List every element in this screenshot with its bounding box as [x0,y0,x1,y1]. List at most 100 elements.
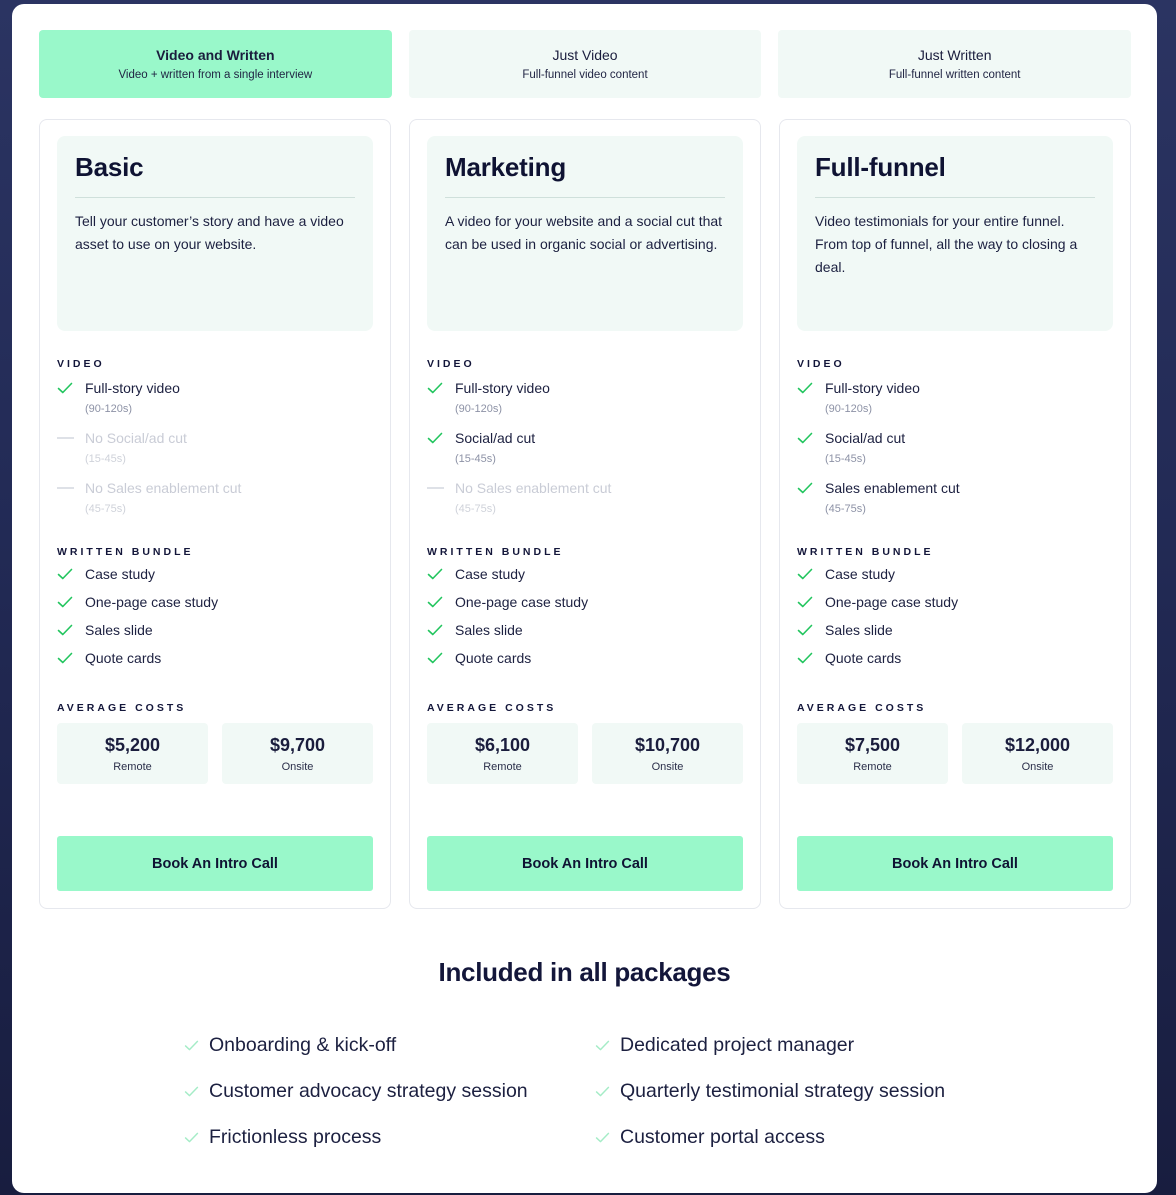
check-icon [184,1040,209,1051]
check-icon [427,620,455,640]
written-feature: Case study [57,564,373,592]
feature-label: Sales slide [85,622,153,638]
included-item-label: Customer advocacy strategy session [209,1079,528,1102]
plan-header: Full-funnel Video testimonials for your … [797,136,1113,331]
tab-just-video[interactable]: Just Video Full-funnel video content [408,30,762,98]
video-feature: Full-story video (90-120s) [57,378,373,428]
feature-label: Full-story video [455,380,550,396]
cost-label: Onsite [1021,760,1054,773]
feature-label: One-page case study [455,594,589,610]
tab-subtitle: Video + written from a single interview [118,69,313,81]
included-item: Dedicated project manager [595,1022,1004,1068]
cost-onsite: $9,700 Onsite [222,723,373,784]
feature-label: No Social/ad cut [85,430,187,446]
written-feature: One-page case study [427,592,743,620]
included-item-label: Customer portal access [620,1125,825,1148]
cost-value: $7,500 [844,734,901,755]
feature-label: Quote cards [455,650,532,666]
written-section-label: WRITTEN BUNDLE [427,546,564,558]
plan-name: Basic [75,152,355,198]
feature-label: Case study [455,566,526,582]
check-icon [427,564,455,584]
feature-label: One-page case study [85,594,219,610]
cost-value: $5,200 [104,734,161,755]
check-icon [595,1086,620,1097]
feature-label: Social/ad cut [455,430,536,446]
plan-header: Marketing A video for your website and a… [427,136,743,331]
written-section-label: WRITTEN BUNDLE [57,546,194,558]
plan-description: Video testimonials for your entire funne… [815,213,1078,275]
written-feature: Sales slide [57,620,373,648]
video-feature: No Social/ad cut (15-45s) [57,428,373,478]
plan-card-basic: Basic Tell your customer’s story and hav… [39,119,391,909]
check-icon [797,620,825,640]
pricing-panel: Video and Written Video + written from a… [12,4,1157,1193]
video-feature: Social/ad cut (15-45s) [797,428,1113,478]
check-icon [797,564,825,584]
feature-label: Full-story video [825,380,920,396]
feature-label: Social/ad cut [825,430,906,446]
written-feature: Quote cards [797,648,1113,676]
feature-label: Sales slide [455,622,523,638]
check-icon [595,1040,620,1051]
cost-value: $10,700 [634,734,701,755]
video-section-label: VIDEO [57,358,105,370]
plan-header: Basic Tell your customer’s story and hav… [57,136,373,331]
check-icon [797,592,825,612]
check-icon [57,564,85,584]
cost-label: Remote [483,760,522,773]
tab-just-written[interactable]: Just Written Full-funnel written content [778,30,1132,98]
cost-remote: $6,100 Remote [427,723,578,784]
included-item-label: Quarterly testimonial strategy session [620,1079,946,1102]
video-feature: Full-story video (90-120s) [797,378,1113,428]
cost-remote: $7,500 Remote [797,723,948,784]
costs-row: $7,500 Remote $12,000 Onsite [797,723,1113,784]
included-item-label: Frictionless process [209,1125,382,1148]
costs-section-label: AVERAGE COSTS [57,702,187,714]
video-feature: Full-story video (90-120s) [427,378,743,428]
costs-row: $6,100 Remote $10,700 Onsite [427,723,743,784]
cost-remote: $5,200 Remote [57,723,208,784]
check-icon [797,378,825,398]
book-intro-call-button[interactable]: Book An Intro Call [427,836,743,891]
feature-duration: (90-120s) [455,403,503,415]
feature-duration: (45-75s) [455,503,496,515]
feature-label: Full-story video [85,380,180,396]
included-item: Quarterly testimonial strategy session [595,1068,1004,1114]
check-icon [595,1132,620,1143]
check-icon [57,620,85,640]
feature-duration: (90-120s) [85,403,133,415]
written-feature: Case study [797,564,1113,592]
feature-label: Case study [85,566,156,582]
book-intro-call-button[interactable]: Book An Intro Call [797,836,1113,891]
check-icon [797,648,825,668]
feature-label: Quote cards [825,650,902,666]
plan-description: Tell your customer’s story and have a vi… [75,213,344,252]
costs-section-label: AVERAGE COSTS [427,702,557,714]
tab-subtitle: Full-funnel video content [522,69,648,81]
tab-title: Just Written [917,47,992,63]
tab-video-and-written[interactable]: Video and Written Video + written from a… [39,30,392,98]
written-feature: Sales slide [427,620,743,648]
included-item: Onboarding & kick-off [184,1022,595,1068]
feature-label: No Sales enablement cut [85,480,242,496]
feature-duration: (45-75s) [825,503,866,515]
tab-title: Video and Written [156,47,275,63]
written-feature: One-page case study [797,592,1113,620]
included-item: Frictionless process [184,1114,595,1160]
cost-label: Onsite [281,760,314,773]
book-intro-call-button[interactable]: Book An Intro Call [57,836,373,891]
video-feature: Social/ad cut (15-45s) [427,428,743,478]
cost-onsite: $10,700 Onsite [592,723,743,784]
tab-subtitle: Full-funnel written content [888,69,1021,81]
costs-section-label: AVERAGE COSTS [797,702,927,714]
cost-label: Onsite [651,760,684,773]
video-feature: No Sales enablement cut (45-75s) [427,478,743,528]
feature-duration: (15-45s) [455,453,496,465]
check-icon [57,592,85,612]
pricing-cards: Basic Tell your customer’s story and hav… [39,119,1131,909]
feature-duration: (15-45s) [825,453,866,465]
feature-duration: (90-120s) [825,403,873,415]
costs-row: $5,200 Remote $9,700 Onsite [57,723,373,784]
video-section-label: VIDEO [427,358,475,370]
